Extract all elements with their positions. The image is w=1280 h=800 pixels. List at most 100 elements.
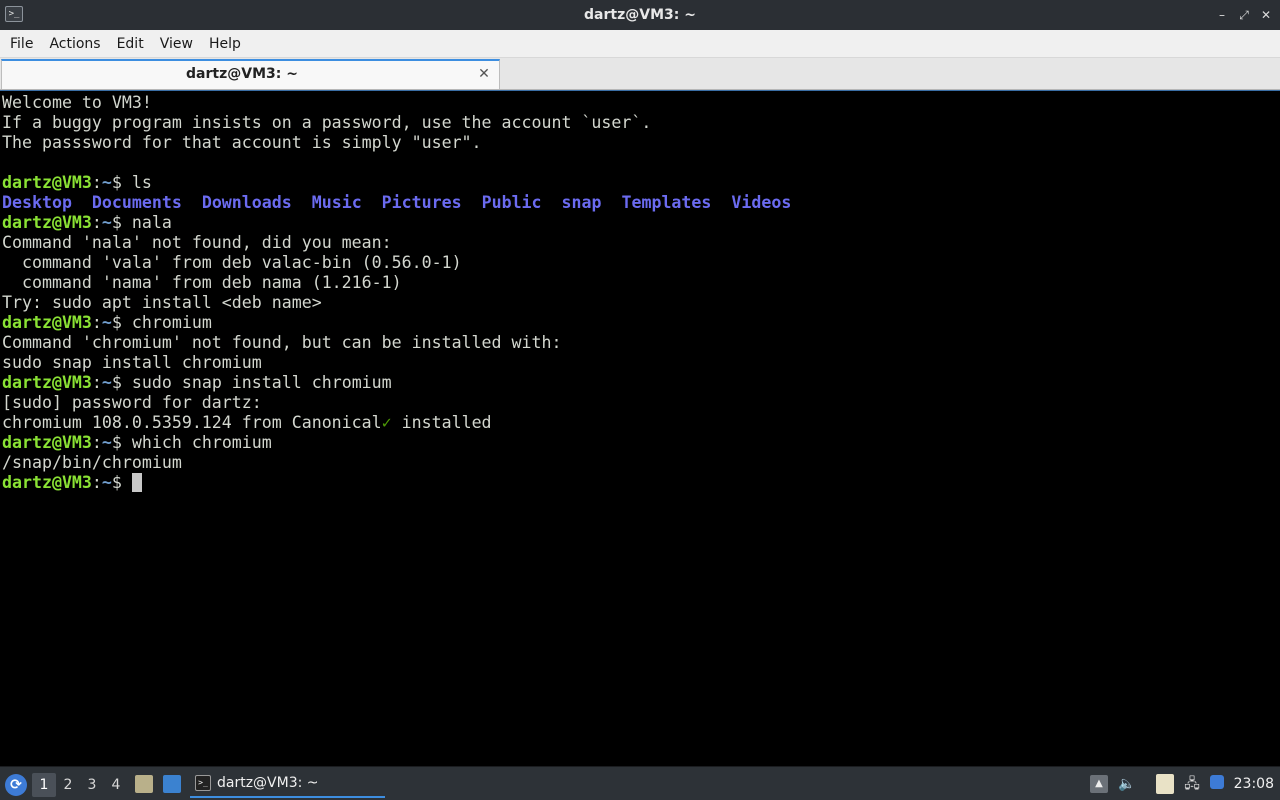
minimize-button[interactable]: –: [1216, 9, 1228, 21]
tab-close-icon[interactable]: ✕: [477, 66, 491, 82]
menu-edit[interactable]: Edit: [109, 30, 152, 58]
directory-entry: Downloads: [201, 193, 292, 212]
terminal-text: [sudo] password for dartz:: [2, 393, 262, 412]
window-titlebar[interactable]: >_ dartz@VM3: ~ – ⤢ ✕: [0, 0, 1280, 30]
window-title: dartz@VM3: ~: [584, 7, 696, 23]
terminal-text: If a buggy program insists on a password…: [2, 113, 652, 132]
directory-entry: snap: [561, 193, 602, 212]
taskbar-terminal-label: dartz@VM3: ~: [217, 775, 319, 791]
command-text: nala: [131, 213, 172, 232]
menu-file[interactable]: File: [2, 30, 41, 58]
terminal-text: The passsword for that account is simply…: [2, 133, 482, 152]
terminal-text: Try: sudo apt install <deb name>: [2, 293, 322, 312]
prompt-colon: :: [91, 173, 102, 192]
menu-actions[interactable]: Actions: [41, 30, 108, 58]
terminal-line: [sudo] password for dartz:: [2, 393, 1278, 413]
prompt-user-host: dartz@VM3: [2, 173, 92, 192]
terminal-line: chromium 108.0.5359.124 from Canonical✓ …: [2, 413, 1278, 433]
volume-icon[interactable]: 🔈: [1118, 775, 1136, 793]
prompt-path: ~: [101, 213, 112, 232]
terminal-line: If a buggy program insists on a password…: [2, 113, 1278, 133]
terminal-text: Command 'chromium' not found, but can be…: [2, 333, 562, 352]
checkmark-icon: ✓: [381, 413, 392, 432]
command-text: sudo snap install chromium: [131, 373, 392, 392]
prompt-dollar: $: [111, 433, 132, 452]
network-icon[interactable]: 🖧: [1182, 775, 1202, 793]
terminal-line: Command 'chromium' not found, but can be…: [2, 333, 1278, 353]
terminal-text: command 'nama' from deb nama (1.216-1): [2, 273, 402, 292]
menu-view[interactable]: View: [152, 30, 201, 58]
command-text: ls: [131, 173, 152, 192]
terminal-line: dartz@VM3:~$ which chromium: [2, 433, 1278, 453]
tab-terminal[interactable]: dartz@VM3: ~ ✕: [1, 59, 500, 89]
terminal-text: Welcome to VM3!: [2, 93, 152, 112]
prompt-dollar: $: [111, 473, 132, 492]
terminal-line: dartz@VM3:~$ sudo snap install chromium: [2, 373, 1278, 393]
menubar: File Actions Edit View Help: [0, 30, 1280, 58]
show-desktop-icon[interactable]: [163, 775, 181, 793]
close-button[interactable]: ✕: [1260, 9, 1272, 21]
terminal-line: dartz@VM3:~$: [2, 473, 1278, 493]
terminal-line: Desktop Documents Downloads Music Pictur…: [2, 193, 1278, 213]
taskbar-terminal-button[interactable]: >_ dartz@VM3: ~: [190, 770, 385, 798]
tray-expand-icon[interactable]: ▲: [1090, 775, 1108, 793]
tab-bar: dartz@VM3: ~ ✕: [0, 58, 1280, 90]
directory-entry: Public: [481, 193, 542, 212]
prompt-colon: :: [91, 313, 102, 332]
install-status: installed: [391, 413, 492, 432]
command-text: which chromium: [131, 433, 272, 452]
workspace-3[interactable]: 3: [80, 773, 104, 797]
terminal-output[interactable]: Welcome to VM3! If a buggy program insist…: [0, 90, 1280, 766]
tab-label: dartz@VM3: ~: [186, 66, 298, 82]
clock[interactable]: 23:08: [1234, 767, 1274, 800]
maximize-button[interactable]: ⤢: [1238, 9, 1250, 21]
menu-help[interactable]: Help: [201, 30, 249, 58]
terminal-line: Try: sudo apt install <deb name>: [2, 293, 1278, 313]
terminal-icon: >_: [195, 775, 211, 791]
prompt-path: ~: [101, 373, 112, 392]
workspace-2[interactable]: 2: [56, 773, 80, 797]
prompt-path: ~: [101, 173, 112, 192]
terminal-line: Welcome to VM3!: [2, 93, 1278, 113]
directory-entry: Pictures: [381, 193, 462, 212]
terminal-line: command 'nama' from deb nama (1.216-1): [2, 273, 1278, 293]
prompt-dollar: $: [111, 313, 132, 332]
prompt-dollar: $: [111, 373, 132, 392]
command-text: chromium: [131, 313, 212, 332]
workspace-switcher: 1 2 3 4: [32, 773, 128, 797]
directory-entry: Videos: [731, 193, 792, 212]
terminal-cursor[interactable]: [131, 473, 142, 492]
prompt-path: ~: [101, 473, 112, 492]
terminal-line: /snap/bin/chromium: [2, 453, 1278, 473]
terminal-line: The passsword for that account is simply…: [2, 133, 1278, 153]
terminal-line: dartz@VM3:~$ nala: [2, 213, 1278, 233]
directory-entry: Documents: [91, 193, 182, 212]
prompt-path: ~: [101, 433, 112, 452]
terminal-line: command 'vala' from deb valac-bin (0.56.…: [2, 253, 1278, 273]
taskbar: ⟳ 1 2 3 4 >_ dartz@VM3: ~ ▲ 🔈 🖧 23:08: [0, 766, 1280, 800]
window-controls: – ⤢ ✕: [1216, 0, 1272, 30]
update-notifier-icon[interactable]: [1210, 775, 1224, 789]
prompt-colon: :: [91, 373, 102, 392]
directory-entry: Desktop: [2, 193, 72, 212]
terminal-text: sudo snap install chromium: [2, 353, 262, 372]
start-menu-icon[interactable]: ⟳: [5, 774, 27, 796]
terminal-text: command 'vala' from deb valac-bin (0.56.…: [2, 253, 462, 272]
clipboard-icon[interactable]: [1156, 774, 1174, 794]
prompt-dollar: $: [111, 213, 132, 232]
terminal-line: dartz@VM3:~$ ls: [2, 173, 1278, 193]
workspace-4[interactable]: 4: [104, 773, 128, 797]
directory-entry: Music: [311, 193, 362, 212]
file-manager-icon[interactable]: [135, 775, 153, 793]
prompt-user-host: dartz@VM3: [2, 433, 92, 452]
terminal-line: Command 'nala' not found, did you mean:: [2, 233, 1278, 253]
workspace-1[interactable]: 1: [32, 773, 56, 797]
prompt-path: ~: [101, 313, 112, 332]
terminal-line: sudo snap install chromium: [2, 353, 1278, 373]
prompt-user-host: dartz@VM3: [2, 473, 92, 492]
install-text: chromium 108.0.5359.124 from Canonical: [2, 413, 382, 432]
prompt-dollar: $: [111, 173, 132, 192]
prompt-colon: :: [91, 473, 102, 492]
prompt-user-host: dartz@VM3: [2, 313, 92, 332]
prompt-user-host: dartz@VM3: [2, 373, 92, 392]
